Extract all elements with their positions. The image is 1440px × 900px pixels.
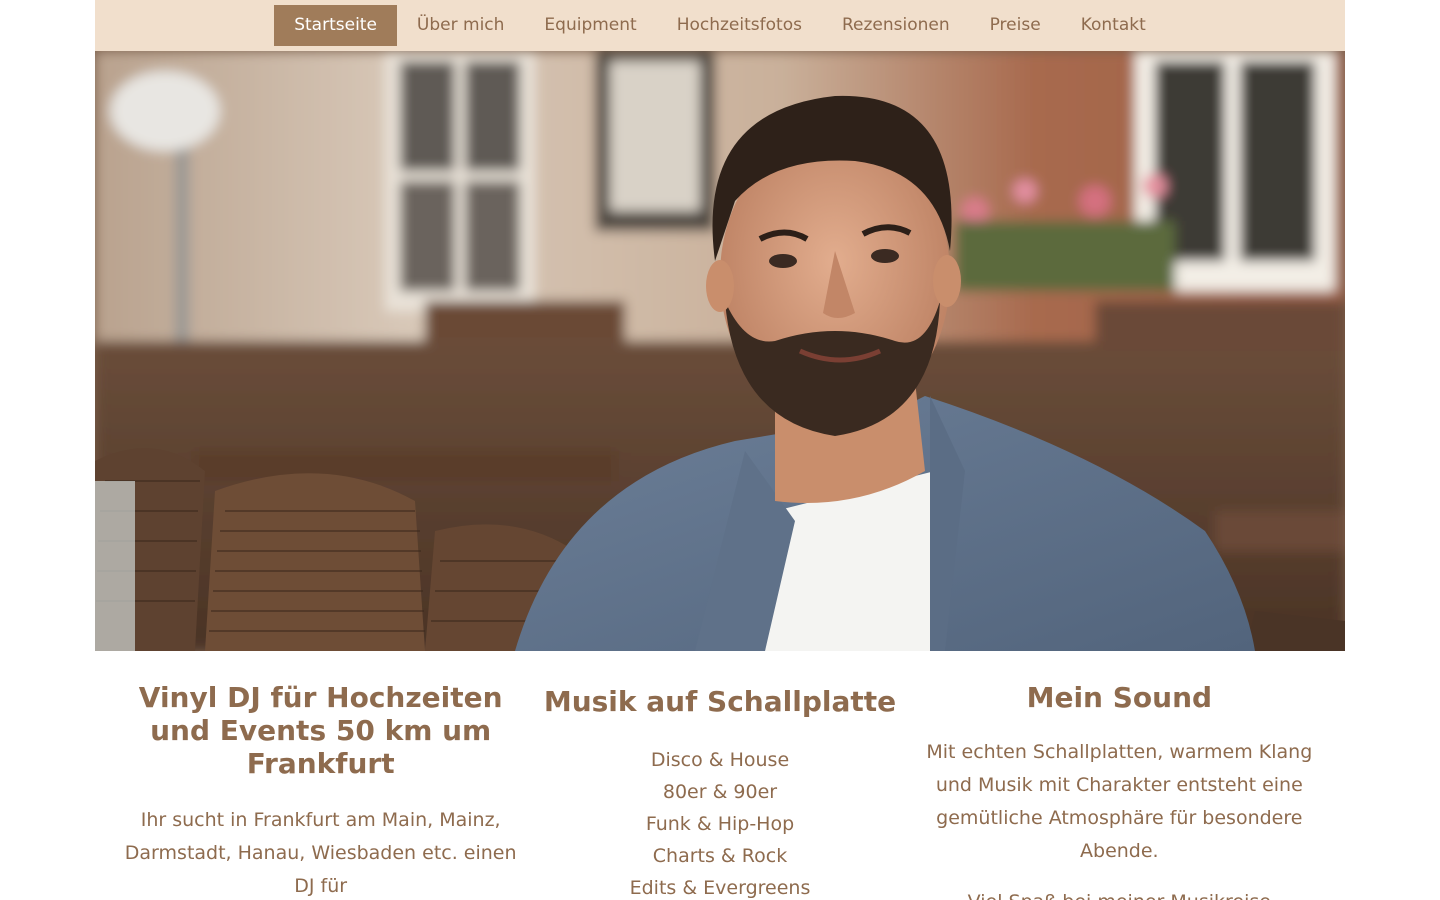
music-heading: Musik auf Schallplatte	[543, 685, 897, 718]
intro-column-sound: Mein Sound Mit echten Schallplatten, war…	[920, 651, 1319, 900]
sound-text: Mit echten Schallplatten, warmem Klang u…	[926, 741, 1313, 862]
nav-list: Startseite Über mich Equipment Hochzeits…	[274, 5, 1166, 46]
nav-item-kontakt[interactable]: Kontakt	[1061, 5, 1166, 46]
vinyl-dj-heading: Vinyl DJ für Hochzeiten und Events 50 km…	[138, 681, 503, 780]
intro-columns: Vinyl DJ für Hochzeiten und Events 50 km…	[95, 651, 1345, 900]
hero-photo-illustration	[95, 51, 1345, 651]
sound-heading: Mein Sound	[1026, 681, 1213, 714]
intro-column-vinyl-dj: Vinyl DJ für Hochzeiten und Events 50 km…	[121, 651, 520, 900]
sound-text-2: Viel Spaß bei meiner Musikreise	[920, 886, 1319, 900]
nav-item-ueber-mich[interactable]: Über mich	[397, 5, 525, 46]
genre-list: Disco & House 80er & 90er Funk & Hip-Hop…	[520, 744, 919, 900]
genre-item: 80er & 90er	[662, 781, 778, 803]
main-navigation: Startseite Über mich Equipment Hochzeits…	[95, 0, 1345, 51]
nav-item-equipment[interactable]: Equipment	[524, 5, 656, 46]
genre-item: Edits & Evergreens	[629, 877, 811, 899]
nav-item-preise[interactable]: Preise	[970, 5, 1061, 46]
nav-item-startseite[interactable]: Startseite	[274, 5, 397, 46]
nav-item-rezensionen[interactable]: Rezensionen	[822, 5, 970, 46]
genre-item: Funk & Hip-Hop	[645, 813, 795, 835]
hero-photo	[95, 51, 1345, 651]
genre-item: Charts & Rock	[652, 845, 788, 867]
nav-item-hochzeitsfotos[interactable]: Hochzeitsfotos	[657, 5, 822, 46]
genre-item: Disco & House	[650, 749, 790, 771]
page: Startseite Über mich Equipment Hochzeits…	[95, 0, 1345, 900]
vinyl-dj-text: Ihr sucht in Frankfurt am Main, Mainz, D…	[124, 809, 517, 897]
intro-column-music: Musik auf Schallplatte Disco & House 80e…	[520, 651, 919, 900]
